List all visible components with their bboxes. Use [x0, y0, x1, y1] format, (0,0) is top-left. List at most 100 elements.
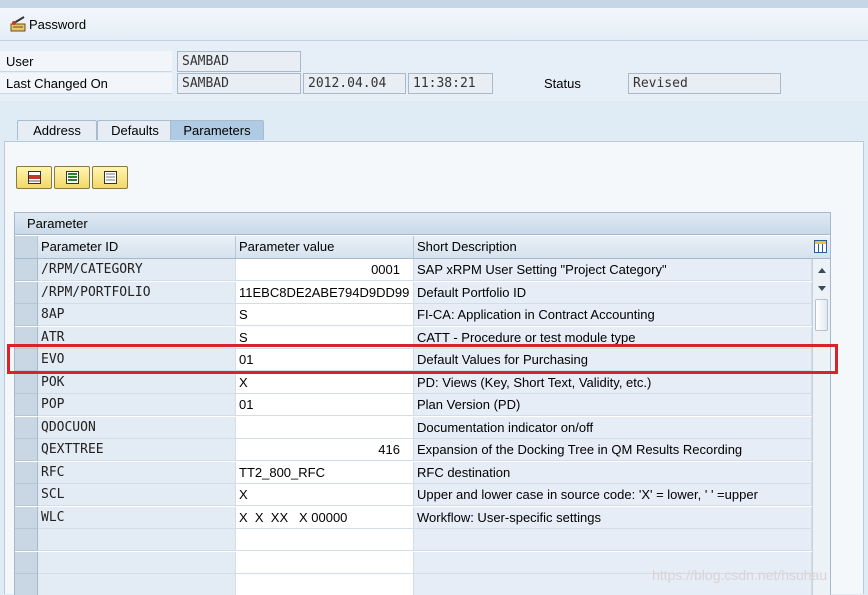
parameter-value-cell[interactable]: 0001: [236, 259, 414, 281]
row-selector[interactable]: [15, 326, 38, 349]
row-selector[interactable]: [15, 529, 38, 551]
row-selector[interactable]: [15, 416, 38, 439]
row-selector[interactable]: [15, 281, 38, 304]
parameter-value-cell[interactable]: 01: [236, 349, 414, 371]
delete-row-button[interactable]: [16, 166, 52, 189]
short-description-cell: CATT - Procedure or test module type: [414, 326, 812, 349]
header-short-description[interactable]: Short Description: [414, 236, 812, 258]
table-row[interactable]: QDOCUON Documentation indicator on/off: [15, 416, 812, 439]
parameter-value-cell[interactable]: S: [236, 326, 414, 349]
table-row[interactable]: /RPM/CATEGORY 0001 SAP xRPM User Setting "…: [15, 259, 812, 281]
short-description-cell: Expansion of the Docking Tree in QM Resu…: [414, 439, 812, 461]
parameter-id-cell[interactable]: /RPM/PORTFOLIO: [38, 281, 236, 304]
user-label: User: [0, 51, 172, 72]
last-changed-date-field[interactable]: 2012.04.04: [303, 73, 406, 94]
status-field[interactable]: Revised: [628, 73, 781, 94]
header-fields: User SAMBAD Last Changed On SAMBAD 2012.…: [0, 41, 868, 101]
parameter-value-cell[interactable]: [236, 551, 414, 574]
table-row[interactable]: /RPM/PORTFOLIO 11EBC8DE2ABE794D9DD99 Defau…: [15, 281, 812, 304]
parameter-id-cell[interactable]: SCL: [38, 484, 236, 506]
parameter-value-cell[interactable]: [236, 416, 414, 439]
short-description-cell: SAP xRPM User Setting "Project Category": [414, 259, 812, 281]
table-title: Parameter: [15, 213, 830, 235]
scroll-thumb[interactable]: [815, 299, 828, 331]
parameter-value-cell[interactable]: 416: [236, 439, 414, 461]
short-description-cell: RFC destination: [414, 461, 812, 484]
password-button[interactable]: Password: [10, 15, 86, 33]
select-all-button[interactable]: [54, 166, 90, 189]
table-row[interactable]: POK X PD: Views (Key, Short Text, Validity…: [15, 371, 812, 394]
parameter-id-cell[interactable]: 8AP: [38, 304, 236, 326]
parameter-id-cell[interactable]: WLC: [38, 506, 236, 529]
parameter-id-cell[interactable]: POP: [38, 394, 236, 416]
parameter-id-cell[interactable]: EVO: [38, 349, 236, 371]
last-changed-time-field[interactable]: 11:38:21: [408, 73, 493, 94]
deselect-all-icon: [104, 171, 117, 184]
tab-parameters[interactable]: Parameters: [170, 120, 264, 140]
parameter-value-cell[interactable]: S: [236, 304, 414, 326]
table-row[interactable]: POP 01 Plan Version (PD): [15, 394, 812, 416]
short-description-cell: Default Values for Purchasing: [414, 349, 812, 371]
short-description-cell: FI-CA: Application in Contract Accountin…: [414, 304, 812, 326]
row-selector[interactable]: [15, 484, 38, 506]
table-row[interactable]: RFC TT2_800_RFC RFC destination: [15, 461, 812, 484]
parameter-id-cell[interactable]: QDOCUON: [38, 416, 236, 439]
row-selector[interactable]: [15, 574, 38, 595]
parameter-id-cell[interactable]: ATR: [38, 326, 236, 349]
short-description-cell: Workflow: User-specific settings: [414, 506, 812, 529]
row-selector[interactable]: [15, 394, 38, 416]
select-all-icon: [66, 171, 79, 184]
row-selector[interactable]: [15, 304, 38, 326]
parameter-value-cell[interactable]: X: [236, 484, 414, 506]
delete-row-icon: [28, 171, 41, 184]
password-button-label: Password: [29, 16, 87, 32]
row-selector[interactable]: [15, 551, 38, 574]
short-description-cell: Default Portfolio ID: [414, 281, 812, 304]
table-row[interactable]: WLC X X XX X 00000 Workflow: User-specific…: [15, 506, 812, 529]
parameter-id-cell[interactable]: RFC: [38, 461, 236, 484]
parameter-value-cell[interactable]: 11EBC8DE2ABE794D9DD99: [236, 281, 414, 304]
parameter-value-cell[interactable]: [236, 529, 414, 551]
column-settings-icon[interactable]: [814, 240, 827, 253]
last-changed-by-field[interactable]: SAMBAD: [177, 73, 301, 94]
row-selector[interactable]: [15, 439, 38, 461]
parameter-value-cell[interactable]: [236, 574, 414, 595]
parameter-id-cell[interactable]: POK: [38, 371, 236, 394]
select-all-rows-cell[interactable]: [15, 236, 38, 258]
table-row[interactable]: ATR S CATT - Procedure or test module type: [15, 326, 812, 349]
application-toolbar: Password: [0, 8, 868, 41]
parameter-id-cell[interactable]: [38, 551, 236, 574]
scroll-up-icon[interactable]: [817, 267, 827, 275]
window-top-strip: [0, 0, 868, 8]
table-row[interactable]: 8AP S FI-CA: Application in Contract Accou…: [15, 304, 812, 326]
row-selector[interactable]: [15, 371, 38, 394]
parameter-table: Parameter Parameter ID Parameter value S…: [14, 212, 831, 595]
header-parameter-value[interactable]: Parameter value: [236, 236, 414, 258]
parameter-id-cell[interactable]: [38, 529, 236, 551]
user-field[interactable]: SAMBAD: [177, 51, 301, 72]
row-selector[interactable]: [15, 461, 38, 484]
parameter-id-cell[interactable]: QEXTTREE: [38, 439, 236, 461]
parameter-value-cell[interactable]: X: [236, 371, 414, 394]
table-scrollbar[interactable]: [812, 259, 830, 595]
scroll-down-icon[interactable]: [817, 284, 827, 292]
parameter-value-cell[interactable]: TT2_800_RFC: [236, 461, 414, 484]
parameter-id-cell[interactable]: [38, 574, 236, 595]
parameter-value-cell[interactable]: X X XX X 00000: [236, 506, 414, 529]
header-parameter-id[interactable]: Parameter ID: [38, 236, 236, 258]
table-row[interactable]: SCL X Upper and lower case in source code:…: [15, 484, 812, 506]
short-description-cell: PD: Views (Key, Short Text, Validity, et…: [414, 371, 812, 394]
parameter-id-cell[interactable]: /RPM/CATEGORY: [38, 259, 236, 281]
table-row[interactable]: [15, 529, 812, 551]
row-selector[interactable]: [15, 349, 38, 371]
watermark: https://blog.csdn.net/hsuhau: [652, 567, 828, 583]
deselect-all-button[interactable]: [92, 166, 128, 189]
table-row[interactable]: QEXTTREE 416 Expansion of the Docking Tree…: [15, 439, 812, 461]
tab-defaults[interactable]: Defaults: [97, 120, 173, 140]
row-selector[interactable]: [15, 506, 38, 529]
short-description-cell: [414, 529, 812, 551]
parameter-value-cell[interactable]: 01: [236, 394, 414, 416]
table-row[interactable]: EVO 01 Default Values for Purchasing: [15, 349, 812, 371]
row-selector[interactable]: [15, 259, 38, 281]
tab-address[interactable]: Address: [17, 120, 97, 140]
